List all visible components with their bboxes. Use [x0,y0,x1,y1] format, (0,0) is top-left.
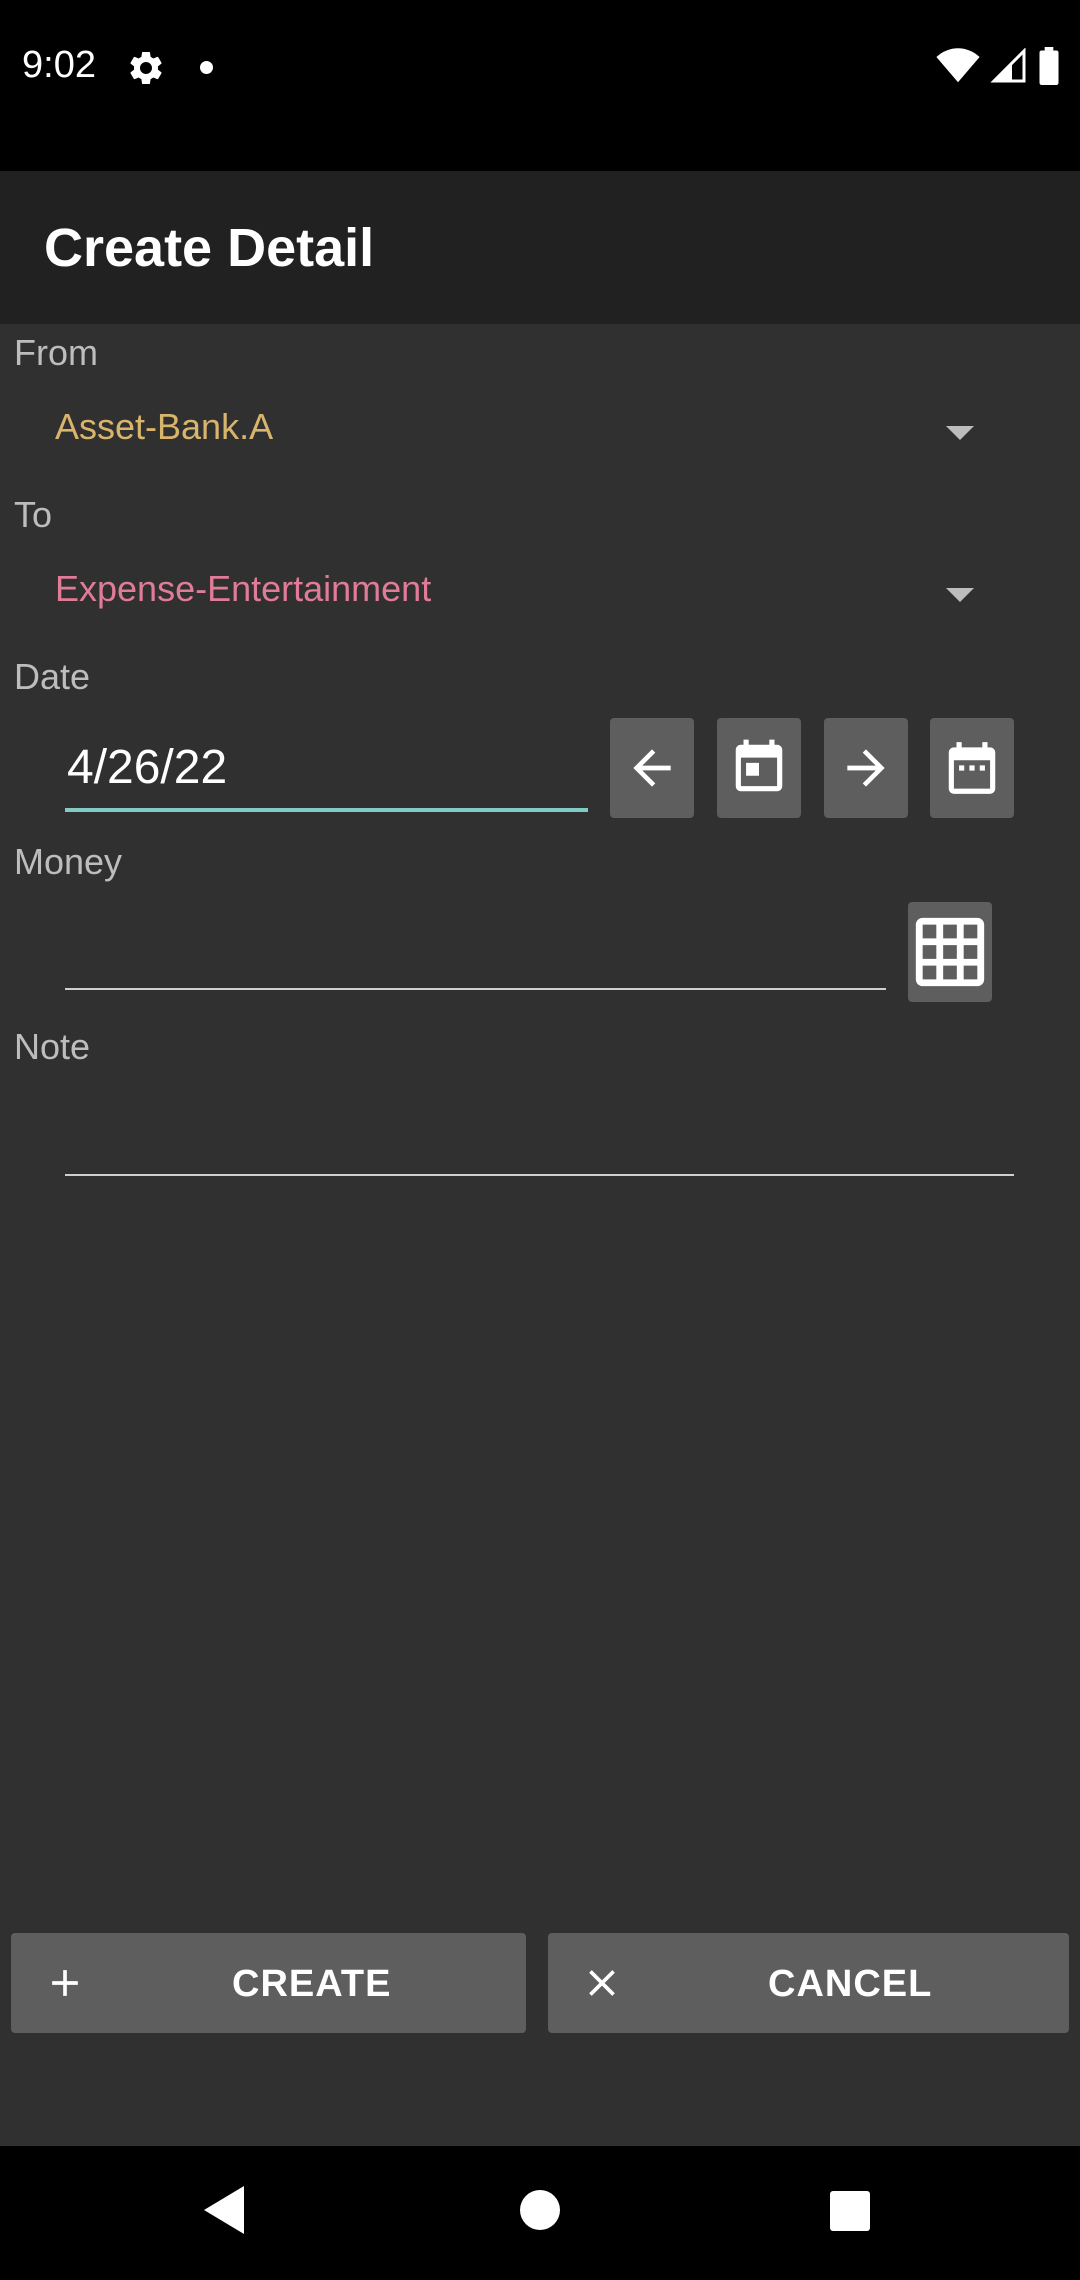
calculator-icon [915,917,985,987]
date-input[interactable]: 4/26/22 [65,722,588,812]
money-input[interactable] [65,914,886,990]
next-day-button[interactable] [824,718,908,818]
settings-icon [130,51,162,84]
chevron-down-icon [946,588,974,602]
battery-icon [1039,47,1059,85]
to-label: To [14,494,53,535]
today-button[interactable] [717,718,801,818]
page-title: Create Detail [44,218,375,278]
wifi-icon [936,48,980,83]
arrow-left-icon [633,749,671,787]
money-underline [65,988,886,990]
cancel-button[interactable]: CANCEL [548,1933,1069,2033]
signal-icon [990,48,1026,83]
create-button-label: CREATE [232,1963,392,2005]
from-account-spinner[interactable]: Asset-Bank.A [0,392,1080,472]
app-bar: Create Detail [0,171,1080,324]
previous-day-button[interactable] [610,718,694,818]
calendar-icon [948,742,996,794]
home-icon[interactable] [518,2188,562,2232]
note-underline [65,1174,1014,1176]
status-time: 9:02 [22,44,96,86]
calculator-button[interactable] [908,902,992,1002]
from-label: From [14,332,98,373]
note-input[interactable] [65,1100,1014,1176]
chevron-down-icon [946,426,974,440]
arrow-right-icon [847,749,885,787]
status-bar: 9:02 [0,0,1080,171]
from-account-value: Asset-Bank.A [55,406,274,447]
date-label: Date [14,656,91,697]
today-icon [735,739,783,792]
calendar-picker-button[interactable] [930,718,1014,818]
to-account-value: Expense-Entertainment [55,568,432,609]
navigation-bar [0,2146,1080,2280]
to-account-spinner[interactable]: Expense-Entertainment [0,554,1080,634]
note-label: Note [14,1026,91,1067]
notification-dot-icon [200,61,213,74]
create-button[interactable]: CREATE [11,1933,526,2033]
back-icon[interactable] [204,2186,244,2234]
recents-icon[interactable] [829,2190,871,2232]
cancel-button-label: CANCEL [768,1963,933,2005]
close-icon [589,1970,615,1996]
form-content: From Asset-Bank.A To Expense-Entertainme… [0,324,1080,2146]
date-value: 4/26/22 [67,741,228,794]
add-icon [52,1970,78,1996]
date-underline [65,808,588,812]
money-label: Money [14,841,123,882]
